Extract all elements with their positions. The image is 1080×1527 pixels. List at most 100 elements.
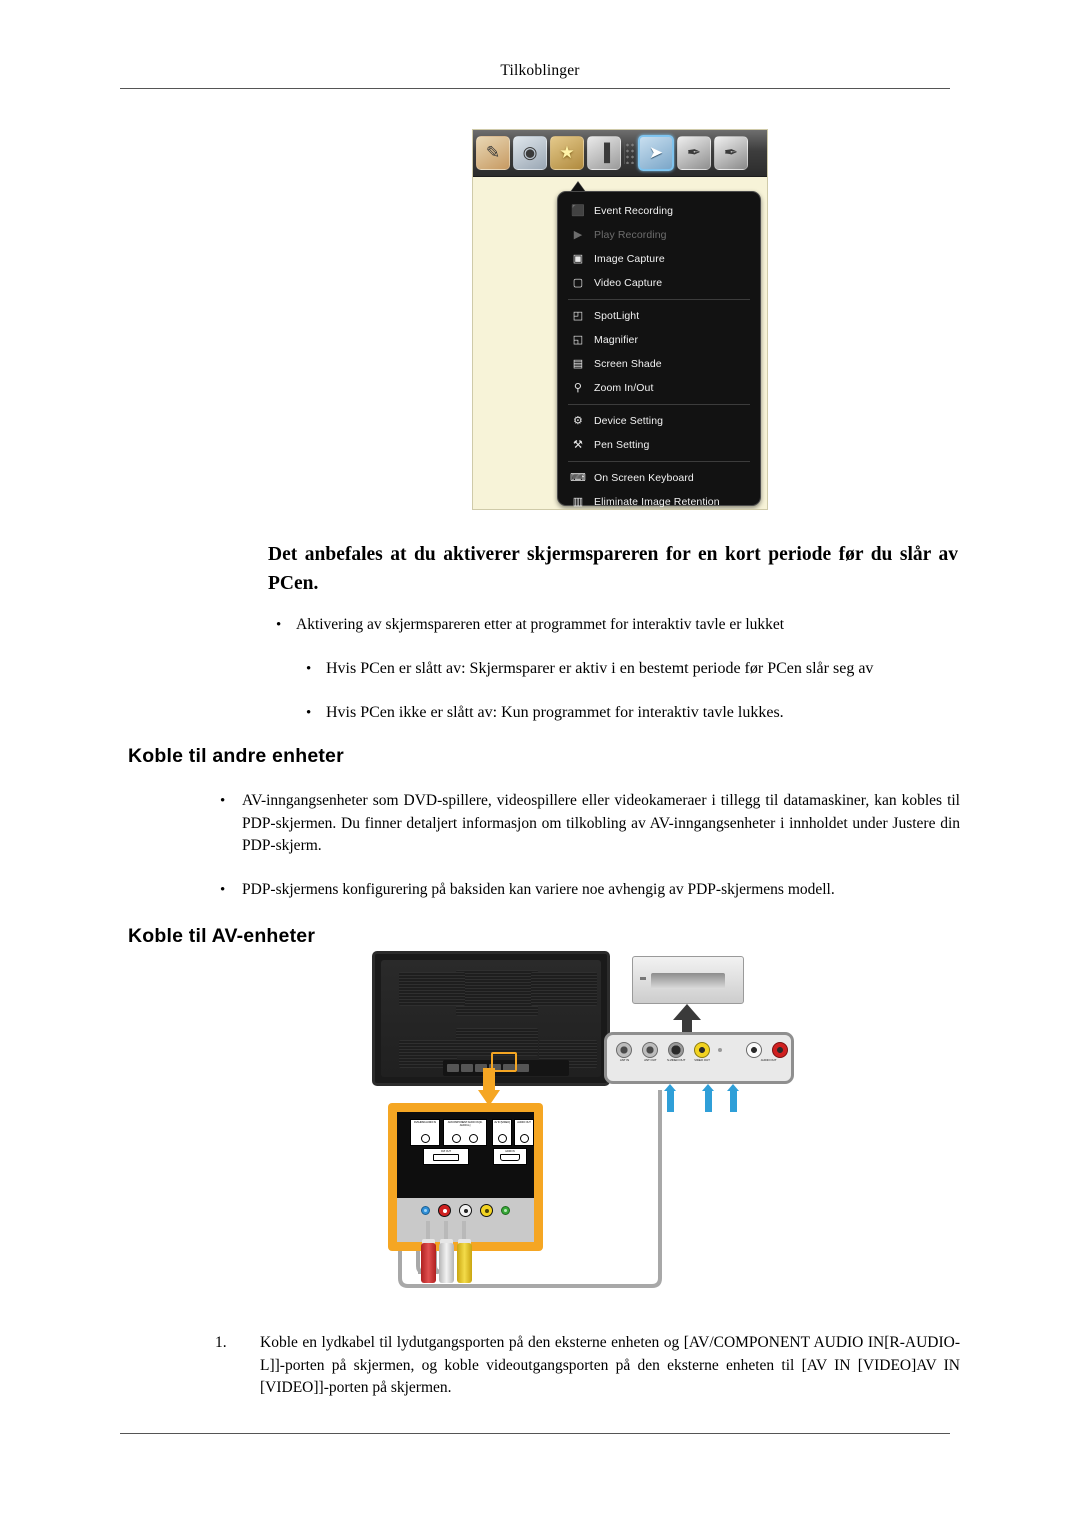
list-item-text: AV-inngangsenheter som DVD-spillere, vid… [242, 792, 960, 854]
menu-item-label: Magnifier [594, 334, 639, 346]
menu-item-magnifier[interactable]: ◱ Magnifier [558, 328, 760, 352]
external-device-rear-panel: ANT IN ANT OUT S-VIDEO OUT VIDEO OUT AUD… [604, 1032, 794, 1084]
list-item-text: Aktivering av skjermspareren etter at pr… [296, 616, 785, 633]
on-screen-keyboard-icon: ⌨ [570, 471, 586, 484]
menu-item-label: Event Recording [594, 205, 674, 217]
port-label-text: ANT OUT [644, 1058, 657, 1062]
plug-barrel [421, 1243, 436, 1283]
menu-item-label: Device Setting [594, 415, 664, 427]
port-label-text: ANT IN [619, 1058, 630, 1062]
rca-jack-yellow [480, 1204, 493, 1217]
menu-item-event-recording[interactable]: ⬛ Event Recording [558, 199, 760, 223]
menu-item-spotlight[interactable]: ◰ SpotLight [558, 304, 760, 328]
pdp-display-rear [372, 951, 610, 1086]
pen-tools-icon[interactable]: ✎ [476, 136, 510, 170]
hdmi-connector [500, 1154, 520, 1162]
port [517, 1064, 529, 1072]
rca-jack-outline [452, 1134, 461, 1143]
menu-item-zoom-in-out[interactable]: ⚲ Zoom In/Out [558, 376, 760, 400]
device-port-ant-out: ANT OUT [641, 1042, 660, 1063]
audio-out-left-jack [745, 1042, 762, 1058]
menu-item-label: Play Recording [594, 229, 667, 241]
eliminate-image-retention-icon: ▥ [572, 495, 584, 508]
device-port-audio-out-right: AUDIO OUT [761, 1042, 789, 1063]
port-label-text: AV/COMPONENT AUDIO IN [R-AUDIO-L] [447, 1121, 483, 1128]
marker-pens-icon[interactable]: ▐ [587, 136, 621, 170]
plug-barrel [439, 1243, 454, 1283]
menu-item-label: Video Capture [594, 277, 663, 289]
menu-item-label: Screen Shade [594, 358, 662, 370]
coax-jack [642, 1042, 659, 1058]
rca-jack-outline [497, 1134, 507, 1143]
av-connection-steps: 1. Koble en lydkabel til lydutgangsporte… [215, 1332, 960, 1400]
toolbar-drag-handle[interactable] [624, 142, 635, 164]
port-label-text: S-VIDEO OUT [666, 1058, 686, 1062]
arrow-head [673, 1004, 701, 1020]
device-port-s-video-out: S-VIDEO OUT [667, 1042, 686, 1063]
menu-item-eliminate-image-retention[interactable]: ▥ Eliminate Image Retention [558, 490, 760, 509]
port [461, 1064, 473, 1072]
port-label-dvi-hdmi-audio-in: DVI/HDMI AUDIO IN [410, 1119, 440, 1146]
pen-tools-glyph: ✎ [485, 143, 501, 162]
device-indicator [640, 977, 646, 980]
connection-arrow-video [664, 1084, 676, 1112]
jack-row [493, 1134, 511, 1143]
rca-jack-row [397, 1204, 534, 1217]
step-number: 1. [215, 1334, 227, 1351]
play-recording-icon: ▶ [573, 228, 583, 241]
audio-out-right-jack [771, 1042, 788, 1058]
bullet-glyph: • [276, 617, 282, 633]
vent-grille [531, 972, 597, 1006]
dvi-connector [433, 1154, 459, 1162]
media-clip-glyph: ◉ [522, 143, 538, 162]
menu-divider [568, 299, 750, 300]
list-item-text: Hvis PCen er slått av: Skjermsparer er a… [326, 660, 874, 677]
port [447, 1064, 459, 1072]
port-label-av-component-audio-in: AV/COMPONENT AUDIO IN [R-AUDIO-L] [443, 1119, 487, 1146]
bullet-glyph: • [220, 881, 226, 898]
menu-item-video-capture[interactable]: ▢ Video Capture [558, 271, 760, 295]
arrow-stem [682, 1019, 692, 1033]
arrow-stem [483, 1068, 495, 1092]
device-jack-row: ANT IN ANT OUT S-VIDEO OUT VIDEO OUT AUD… [615, 1042, 789, 1076]
media-clip-icon[interactable]: ◉ [513, 136, 547, 170]
screen-shade-icon: ▤ [572, 357, 584, 370]
panel-upper-black: DVI/HDMI AUDIO IN AV/COMPONENT AUDIO IN … [397, 1112, 534, 1198]
screensaver-note-bullets: • Aktivering av skjermspareren etter at … [268, 614, 958, 746]
event-recording-icon: ⬛ [571, 204, 585, 217]
marker-pens-glyph: ▐ [597, 143, 611, 162]
external-av-device [632, 956, 744, 1004]
magic-star-icon[interactable]: ★ [550, 136, 584, 170]
magic-star-glyph: ★ [559, 143, 575, 162]
menu-item-screen-shade[interactable]: ▤ Screen Shade [558, 352, 760, 376]
manual-page: Tilkoblinger ✎ ◉ ★ ▐ ➤ ✒ ✒ ⬛ Event Recor… [0, 0, 1080, 1527]
step-text: Koble en lydkabel til lydutgangsporten p… [260, 1334, 960, 1396]
coax-jack [616, 1042, 633, 1058]
av-connection-diagram: DVI/HDMI AUDIO IN AV/COMPONENT AUDIO IN … [360, 948, 820, 1313]
jack-row [444, 1134, 486, 1143]
device-setting-icon: ⚙ [573, 414, 583, 427]
pen-setting-icon: ⚒ [573, 438, 583, 451]
highlighter-icon[interactable]: ✒ [677, 136, 711, 170]
device-spacer [718, 1042, 737, 1052]
tools-dropdown-menu: ⬛ Event Recording ▶ Play Recording ▣ Ima… [557, 191, 761, 509]
device-callout-arrow [673, 1004, 701, 1033]
port-label-text: AV IN [VIDEO] [494, 1121, 510, 1124]
running-head: Tilkoblinger [500, 62, 580, 79]
red-pen-icon[interactable]: ✒ [714, 136, 748, 170]
port-label-text: AUDIO OUT [760, 1058, 777, 1062]
menu-item-pen-setting[interactable]: ⚒ Pen Setting [558, 433, 760, 457]
menu-divider [568, 404, 750, 405]
menu-item-image-capture[interactable]: ▣ Image Capture [558, 247, 760, 271]
menu-item-on-screen-keyboard[interactable]: ⌨ On Screen Keyboard [558, 466, 760, 490]
menu-item-label: Zoom In/Out [594, 382, 654, 394]
menu-item-label: Eliminate Image Retention [594, 496, 720, 508]
menu-item-device-setting[interactable]: ⚙ Device Setting [558, 409, 760, 433]
rca-jack-white [459, 1204, 472, 1217]
vent-grille [399, 972, 465, 1006]
highlighter-glyph: ✒ [686, 143, 702, 162]
cursor-arrow-icon[interactable]: ➤ [638, 135, 674, 171]
s-video-jack [668, 1042, 685, 1058]
bullet-glyph: • [220, 793, 226, 809]
device-port-audio-out-left [744, 1042, 763, 1058]
